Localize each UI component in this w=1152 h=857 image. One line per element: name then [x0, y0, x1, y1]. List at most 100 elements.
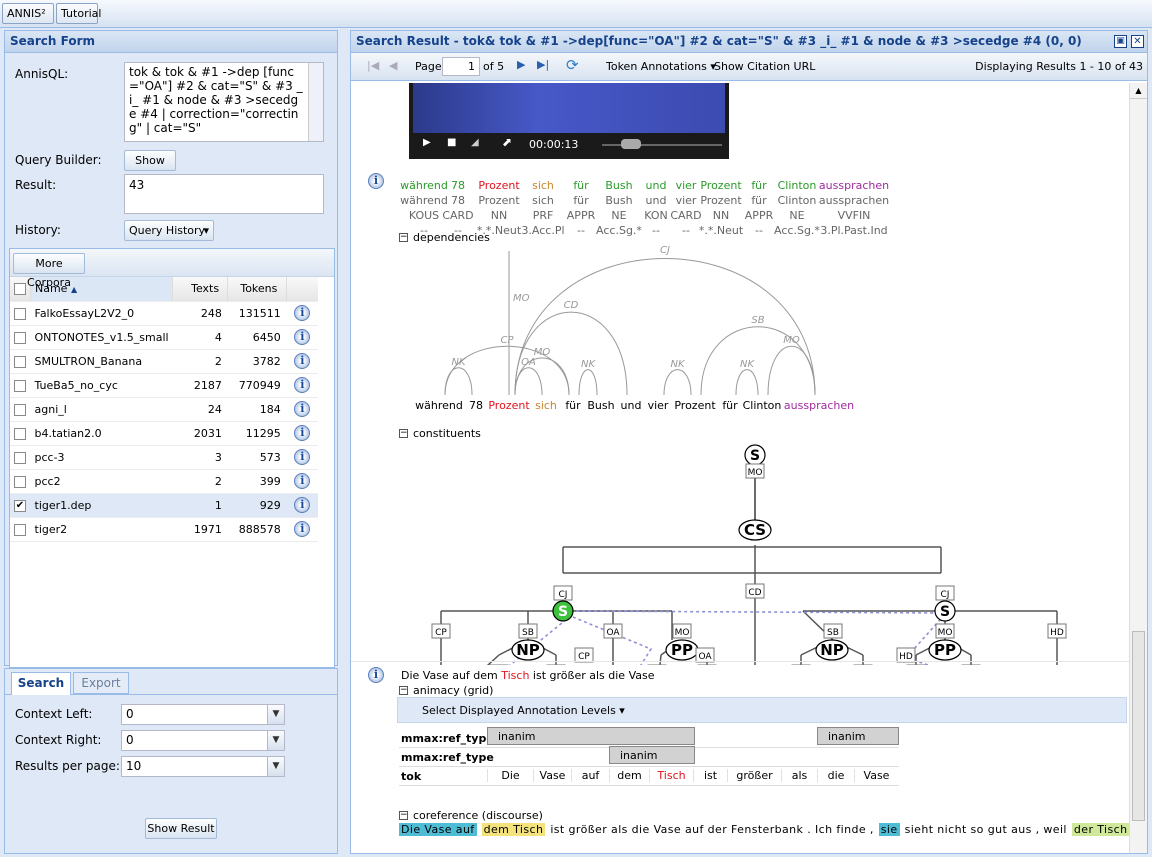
row-checkbox[interactable] [10, 325, 31, 350]
corpus-info-icon[interactable]: i [294, 377, 311, 393]
edge-label: SB [827, 628, 839, 638]
maximize-icon[interactable]: ▣ [1114, 35, 1127, 48]
coref-span[interactable]: dem Tisch [481, 823, 546, 836]
next-page-icon[interactable]: ▶ [517, 58, 525, 71]
video-seek-thumb[interactable] [621, 139, 641, 149]
row-checkbox[interactable] [10, 301, 31, 326]
result-info-icon[interactable]: i [368, 667, 384, 683]
corpus-name: agni_l [30, 397, 173, 422]
scroll-up-icon[interactable]: ▲ [1130, 83, 1147, 99]
collapse-icon[interactable]: − [399, 686, 408, 695]
annotation-cell[interactable]: inanim [817, 727, 899, 745]
row-checkbox[interactable] [10, 421, 31, 446]
search-options-panel: Search Export Context Left: 0 ▼ Context R… [4, 668, 338, 854]
context-right-value: 0 [126, 733, 134, 747]
corpus-info-icon[interactable]: i [294, 473, 311, 489]
select-annotation-levels-menu[interactable]: Select Displayed Annotation Levels ▾ [422, 704, 625, 717]
results-scrollbar[interactable]: ▲ [1129, 83, 1147, 853]
corpus-tokens: 929 [227, 493, 287, 518]
context-right-select[interactable]: 0 ▼ [121, 730, 285, 751]
show-result-button[interactable]: Show Result [145, 818, 217, 839]
corpus-tokens: 399 [227, 469, 287, 494]
row-checkbox[interactable] [10, 445, 31, 470]
play-icon[interactable]: ▶ [423, 137, 431, 148]
tutorial-button[interactable]: Tutorial [56, 3, 101, 24]
row-checkbox[interactable] [10, 397, 31, 422]
stop-icon[interactable]: ■ [447, 137, 456, 148]
row-checkbox[interactable]: ✔ [10, 493, 31, 518]
row-checkbox[interactable] [10, 469, 31, 494]
history-label: History: [15, 223, 61, 237]
corpus-info-icon[interactable]: i [294, 425, 311, 441]
corpus-info-icon[interactable]: i [294, 329, 311, 345]
query-scrollbar[interactable] [308, 63, 323, 141]
corpus-info-icon[interactable]: i [294, 401, 311, 417]
row-checkbox[interactable] [10, 349, 31, 374]
scroll-thumb[interactable] [1132, 631, 1145, 821]
dropdown-arrow-icon: ▾ [203, 224, 209, 237]
video-player[interactable]: ▶ ■ ◢ ⬈ 00:00:13 [409, 83, 729, 159]
kwic-w: aussprachen [818, 179, 890, 192]
volume-icon[interactable]: ◢ [471, 137, 479, 148]
annotation-cell[interactable]: inanim [609, 746, 695, 764]
context-left-select[interactable]: 0 ▼ [121, 704, 285, 725]
result-info-icon[interactable]: i [368, 173, 384, 189]
annotation-cell[interactable]: inanim [487, 727, 695, 745]
show-citation-url-button[interactable]: Show Citation URL [714, 60, 815, 73]
corpus-row[interactable]: TueBa5_no_cyc 2187 770949 i [10, 373, 318, 398]
checkbox-icon [14, 451, 26, 464]
collapse-icon[interactable]: − [399, 811, 408, 820]
page-input[interactable]: 1 [442, 57, 480, 76]
corpus-info-icon[interactable]: i [294, 353, 311, 369]
token-annotations-menu[interactable]: Token Annotations ▾ [606, 60, 716, 73]
grid-token: ist [693, 769, 727, 782]
column-header-tokens[interactable]: Tokens [227, 277, 288, 302]
tab-export[interactable]: Export [73, 672, 129, 694]
dep-token: sich [535, 399, 557, 412]
results-per-page-value: 10 [126, 759, 142, 773]
more-corpora-button[interactable]: More Corpora [13, 253, 85, 289]
fullscreen-icon[interactable]: ⬈ [502, 135, 512, 149]
corpus-row[interactable]: tiger2 1971 888578 i [10, 517, 318, 542]
corpus-row[interactable]: FalkoEssayL2V2_0 248 131511 i [10, 301, 318, 326]
corpus-info-icon[interactable]: i [294, 497, 311, 513]
corpus-info-icon[interactable]: i [294, 305, 311, 321]
corpus-row[interactable]: pcc2 2 399 i [10, 469, 318, 494]
corpus-texts: 2031 [172, 421, 228, 446]
corpus-info-icon[interactable]: i [294, 449, 311, 465]
refresh-icon[interactable]: ⟳ [566, 56, 579, 74]
annisql-query-input[interactable]: tok & tok & #1 ->dep [func="OA"] #2 & ca… [124, 62, 324, 142]
corpus-row[interactable]: agni_l 24 184 i [10, 397, 318, 422]
dep-label: CD [564, 300, 579, 311]
coref-span[interactable]: Die Vase auf [399, 823, 477, 836]
query-builder-label: Query Builder: [15, 153, 102, 167]
close-icon[interactable]: ✕ [1131, 35, 1144, 48]
column-header-texts[interactable]: Texts [172, 277, 229, 302]
tab-search[interactable]: Search [11, 672, 71, 695]
dep-label: MO [513, 293, 530, 304]
show-query-builder-button[interactable]: Show >> [124, 150, 176, 186]
last-page-icon[interactable]: ▶| [537, 58, 549, 71]
query-history-button[interactable]: Query History ▾ [124, 220, 214, 241]
coref-span[interactable]: der Tisch [1071, 823, 1129, 836]
corpus-row[interactable]: b4.tatian2.0 2031 11295 i [10, 421, 318, 446]
edge-label: MO [938, 628, 953, 638]
coref-span[interactable]: sie [878, 823, 900, 836]
results-per-page-select[interactable]: 10 ▼ [121, 756, 285, 777]
annis-menu-button[interactable]: ANNIS² ▾ [2, 3, 54, 39]
corpus-row[interactable]: ONTONOTES_v1.5_small 4 6450 i [10, 325, 318, 350]
collapse-icon[interactable]: − [399, 233, 408, 242]
row-checkbox[interactable] [10, 373, 31, 398]
corpus-row[interactable]: ✔ tiger1.dep 1 929 i [10, 493, 318, 518]
prev-page-icon[interactable]: ◀ [389, 59, 397, 72]
corpus-tokens: 6450 [227, 325, 287, 350]
corpus-row[interactable]: SMULTRON_Banana 2 3782 i [10, 349, 318, 374]
tree-edge [486, 654, 500, 665]
video-seek-bar[interactable] [602, 144, 722, 146]
corpus-tokens: 888578 [227, 517, 287, 542]
grid-row-label: tok [401, 770, 422, 783]
first-page-icon[interactable]: |◀ [367, 59, 379, 72]
row-checkbox[interactable] [10, 517, 31, 542]
corpus-row[interactable]: pcc-3 3 573 i [10, 445, 318, 470]
corpus-info-icon[interactable]: i [294, 521, 311, 537]
